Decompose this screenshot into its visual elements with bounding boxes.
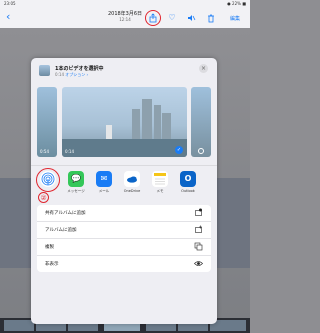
share-app-messages[interactable]: 💬 メッセージ (65, 171, 87, 194)
status-bar: 23:05 ● 22% ■ (0, 0, 250, 8)
status-time: 23:05 (4, 1, 16, 6)
video-duration: 0:14 (55, 72, 64, 77)
notes-icon (152, 171, 168, 187)
messages-icon: 💬 (68, 171, 84, 187)
app-label: メモ (156, 189, 164, 193)
selection-subtitle: 0:14 オプション › (55, 72, 88, 78)
share-app-mail[interactable]: ✉ メール (93, 171, 115, 194)
action-hide[interactable]: 非表示 (37, 256, 211, 272)
merlion-statue (106, 125, 112, 139)
preview-selected-video[interactable]: 0:14 ✓ (62, 87, 187, 157)
unselected-circle-icon[interactable] (198, 148, 204, 154)
preview-duration: 0:54 (40, 149, 49, 154)
app-label: Outlook (181, 189, 195, 193)
mute-icon[interactable] (186, 13, 196, 23)
share-app-notes[interactable]: メモ (149, 171, 171, 194)
airdrop-icon (40, 171, 56, 187)
selection-thumbnail (39, 65, 50, 76)
share-actions-list: 共有アルバムに追加 アルバムに追加 複製 非表示 (37, 205, 211, 272)
preview-right[interactable] (191, 87, 211, 157)
app-label: メッセージ (67, 189, 85, 193)
hide-eye-icon (194, 259, 203, 268)
outlook-icon: O (180, 171, 196, 187)
skyline-building (132, 109, 140, 139)
action-label: 共有アルバムに追加 (45, 211, 86, 216)
share-app-airdrop[interactable] (37, 171, 59, 189)
share-icon[interactable] (148, 13, 158, 23)
close-button[interactable]: × (199, 64, 208, 73)
app-label: メール (98, 189, 110, 193)
trash-icon[interactable] (206, 13, 216, 23)
share-apps-row: 💬 メッセージ ✉ メール OneDrive メモ O Outlook (31, 165, 217, 202)
action-label: アルバムに追加 (45, 228, 77, 233)
preview-carousel[interactable]: 0:54 0:14 ✓ (31, 87, 217, 157)
selection-title: 1本のビデオを選択中 (55, 66, 104, 72)
skyline-building (162, 113, 171, 139)
action-add-shared-album[interactable]: 共有アルバムに追加 (37, 205, 211, 222)
heart-icon[interactable]: ♡ (167, 13, 177, 23)
preview-water (62, 139, 187, 157)
action-add-album[interactable]: アルバムに追加 (37, 222, 211, 239)
duplicate-icon (194, 242, 203, 251)
add-album-icon (194, 225, 203, 234)
onedrive-icon (124, 171, 140, 187)
share-sheet: 1本のビデオを選択中 0:14 オプション › × 0:54 0:14 ✓ 💬 … (31, 58, 217, 324)
mail-icon: ✉ (96, 171, 112, 187)
action-label: 非表示 (45, 262, 59, 267)
skyline-building (154, 105, 161, 139)
battery-indicator: ● 22% ■ (227, 1, 246, 6)
share-sheet-header: 1本のビデオを選択中 0:14 オプション › × (31, 58, 217, 84)
strip-thumbnail[interactable] (4, 320, 34, 331)
preview-duration: 0:14 (65, 149, 74, 154)
back-chevron-icon[interactable]: ‹ (6, 11, 10, 23)
action-label: 複製 (45, 245, 54, 250)
shared-album-icon (194, 208, 203, 217)
share-app-outlook[interactable]: O Outlook (177, 171, 199, 193)
photo-nav-bar: ‹ 2018年3月6日 12:14 ♡ 編集 (0, 8, 250, 29)
options-link[interactable]: オプション › (65, 72, 88, 77)
action-duplicate[interactable]: 複製 (37, 239, 211, 256)
preview-left[interactable]: 0:54 (37, 87, 57, 157)
skyline-building (142, 99, 152, 139)
selected-check-icon[interactable]: ✓ (175, 146, 183, 154)
share-app-onedrive[interactable]: OneDrive (121, 171, 143, 193)
step-two-marker: ② (38, 192, 49, 203)
edit-button[interactable]: 編集 (230, 15, 240, 22)
app-label: OneDrive (123, 189, 141, 193)
